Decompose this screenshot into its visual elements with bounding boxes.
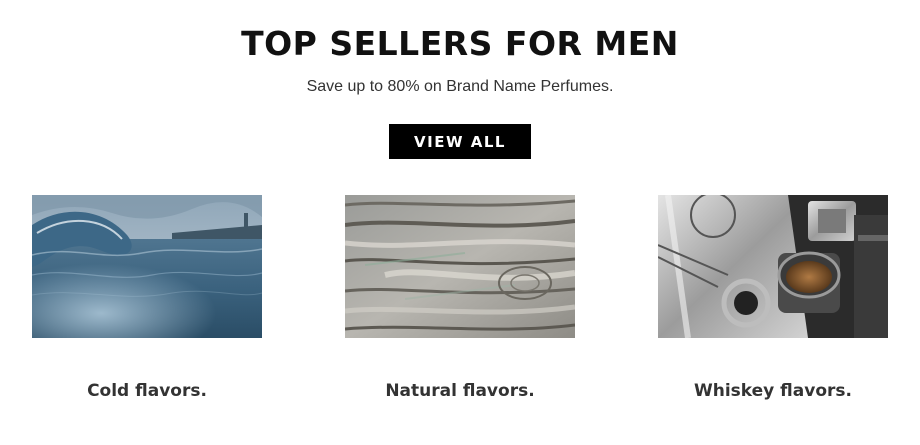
section-title: TOP SELLERS FOR MEN — [241, 24, 679, 63]
view-all-button[interactable]: VIEW ALL — [389, 124, 531, 159]
ocean-wave-image[interactable] — [32, 195, 262, 338]
card-label[interactable]: Whiskey flavors. — [638, 381, 908, 401]
product-card-natural[interactable]: Natural flavors. — [345, 195, 575, 401]
whiskey-flask-image[interactable] — [658, 195, 888, 338]
product-card-cold[interactable]: Cold flavors. — [32, 195, 262, 401]
product-card-whiskey[interactable]: Whiskey flavors. — [658, 195, 888, 401]
section-subtitle: Save up to 80% on Brand Name Perfumes. — [306, 78, 614, 95]
tree-bark-image[interactable] — [345, 195, 575, 338]
card-label[interactable]: Cold flavors. — [12, 381, 282, 401]
card-label[interactable]: Natural flavors. — [325, 381, 595, 401]
